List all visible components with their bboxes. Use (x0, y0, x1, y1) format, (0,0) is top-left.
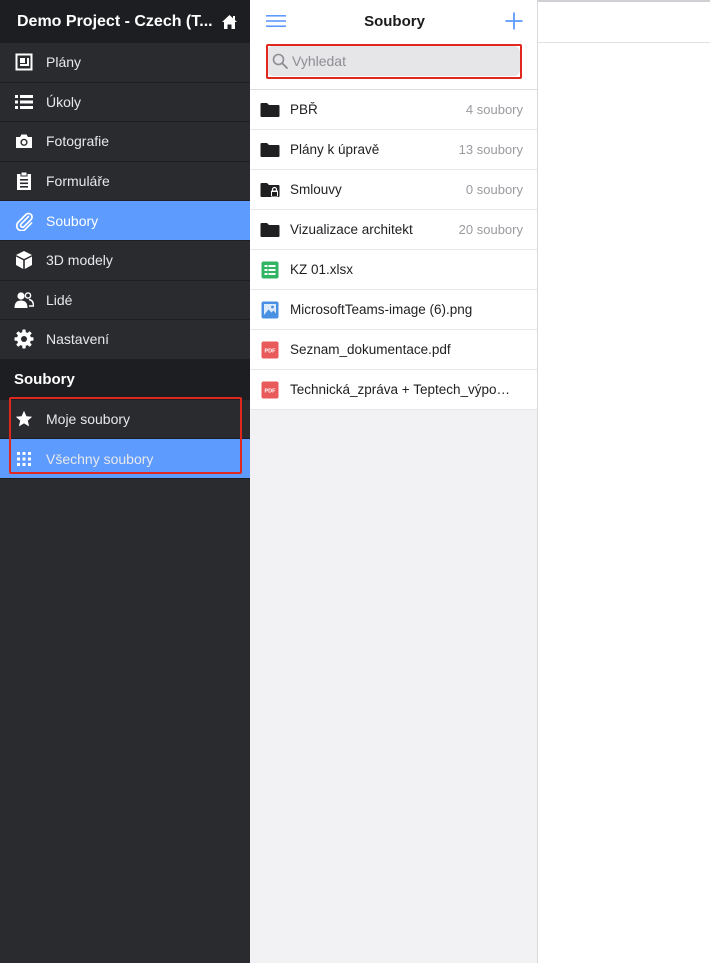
file-count: 0 soubory (465, 182, 523, 197)
files-panel: Soubory PBŘ 4 soubory Plány k úpravě 13 (250, 0, 538, 963)
file-name: Seznam_dokumentace.pdf (290, 342, 451, 357)
detail-area (538, 0, 710, 963)
files-panel-title: Soubory (364, 12, 425, 30)
detail-header (538, 0, 710, 43)
folder-row-plany-k-uprave[interactable]: Plány k úpravě 13 soubory (250, 130, 537, 170)
file-count: 20 soubory (458, 222, 523, 237)
folder-row-vizualizace[interactable]: Vizualizace architekt 20 soubory (250, 210, 537, 250)
sidebar-sub-label: Moje soubory (46, 411, 131, 428)
sidebar-item-label: Lidé (46, 291, 73, 308)
sidebar: Demo Project - Czech (T... Plány Úkoly F… (0, 0, 250, 963)
file-name: Smlouvy (290, 182, 342, 197)
sidebar-item-ukoly[interactable]: Úkoly (0, 83, 250, 123)
file-row-seznam-pdf[interactable]: PDF Seznam_dokumentace.pdf (250, 330, 537, 370)
pdf-file-icon: PDF (260, 380, 280, 400)
plan-icon (13, 51, 35, 73)
sidebar-item-lide[interactable]: Lidé (0, 281, 250, 321)
grid-icon (13, 448, 35, 470)
search-field[interactable] (267, 46, 520, 76)
folder-row-smlouvy[interactable]: Smlouvy 0 soubory (250, 170, 537, 210)
files-panel-navbar: Soubory (250, 0, 537, 42)
cube-icon (13, 249, 35, 271)
folder-row-pbr[interactable]: PBŘ 4 soubory (250, 90, 537, 130)
star-icon (13, 408, 35, 430)
file-name: MicrosoftTeams-image (6).png (290, 302, 473, 317)
file-row-technicka-zprava-pdf[interactable]: PDF Technická_zpráva + Teptech_výpočet.p… (250, 370, 537, 410)
file-name: PBŘ (290, 102, 318, 117)
camera-icon (13, 130, 35, 152)
file-name: Vizualizace architekt (290, 222, 413, 237)
search-input[interactable] (292, 53, 512, 69)
sidebar-sub-moje-soubory[interactable]: Moje soubory (0, 400, 250, 440)
list-icon (13, 91, 35, 113)
file-list: PBŘ 4 soubory Plány k úpravě 13 soubory … (250, 90, 537, 410)
file-count: 13 soubory (458, 142, 523, 157)
file-name: Plány k úpravě (290, 142, 380, 157)
sidebar-item-soubory[interactable]: Soubory (0, 201, 250, 241)
sidebar-sub-label: Všechny soubory (46, 450, 154, 467)
file-count: 4 soubory (465, 102, 523, 117)
section-title: Soubory (0, 359, 250, 400)
clipboard-icon (13, 170, 35, 192)
folder-icon (260, 100, 280, 120)
sidebar-item-label: Úkoly (46, 93, 82, 110)
files-panel-header: Soubory (250, 0, 537, 90)
sidebar-item-label: Nastavení (46, 331, 110, 348)
search-icon (271, 52, 289, 70)
file-name: Technická_zpráva + Teptech_výpočet.pdf (290, 382, 515, 397)
sidebar-item-label: Fotografie (46, 133, 110, 150)
file-row-teams-image[interactable]: MicrosoftTeams-image (6).png (250, 290, 537, 330)
pdf-file-icon: PDF (260, 340, 280, 360)
file-name: KZ 01.xlsx (290, 262, 354, 277)
gear-icon (13, 328, 35, 350)
hamburger-menu-icon[interactable] (266, 10, 288, 32)
home-icon[interactable] (218, 12, 238, 32)
spreadsheet-icon (260, 260, 280, 280)
project-header: Demo Project - Czech (T... (0, 0, 250, 43)
sidebar-item-plany[interactable]: Plány (0, 43, 250, 83)
sidebar-item-label: Plány (46, 54, 82, 71)
folder-icon (260, 220, 280, 240)
folder-icon (260, 140, 280, 160)
sidebar-item-label: Soubory (46, 212, 99, 229)
add-file-icon[interactable] (501, 10, 523, 32)
sidebar-item-nastaveni[interactable]: Nastavení (0, 320, 250, 360)
paperclip-icon (13, 210, 35, 232)
image-file-icon (260, 300, 280, 320)
file-row-kz01-xlsx[interactable]: KZ 01.xlsx (250, 250, 537, 290)
locked-folder-icon (260, 180, 280, 200)
sidebar-item-formulare[interactable]: Formuláře (0, 162, 250, 202)
sidebar-item-label: 3D modely (46, 252, 113, 269)
svg-text:PDF: PDF (265, 348, 277, 354)
sidebar-item-label: Formuláře (46, 173, 110, 190)
people-icon (13, 289, 35, 311)
svg-text:PDF: PDF (265, 388, 277, 394)
project-title[interactable]: Demo Project - Czech (T... (17, 13, 218, 31)
sidebar-item-fotografie[interactable]: Fotografie (0, 122, 250, 162)
sidebar-item-3d-modely[interactable]: 3D modely (0, 241, 250, 281)
sidebar-sub-vsechny-soubory[interactable]: Všechny soubory (0, 439, 250, 479)
